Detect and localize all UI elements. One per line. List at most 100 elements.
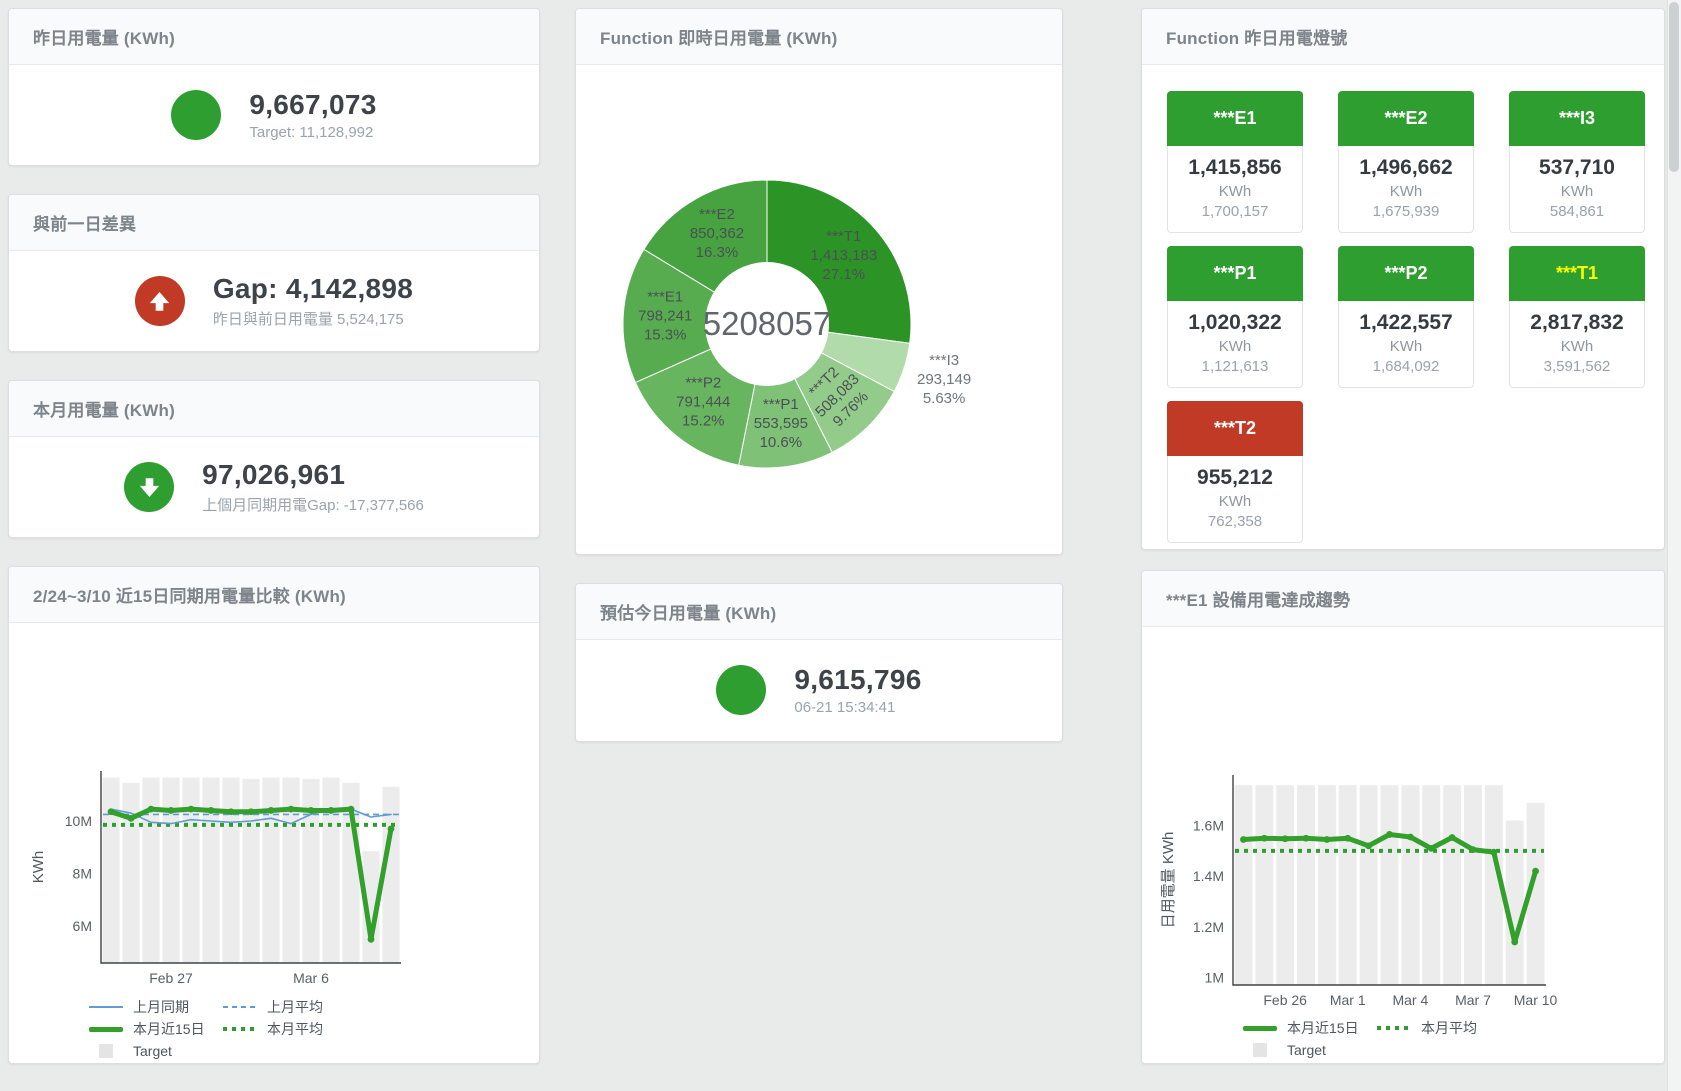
realtime-donut-chart[interactable]: ***T11,413,18327.1%***I3293,1495.63%***T…: [576, 65, 1062, 555]
tile-body: 1,422,557KWh1,684,092: [1338, 301, 1474, 388]
light-tile-E2: ***E21,496,662KWh1,675,939: [1338, 91, 1474, 233]
tile-body: 1,020,322KWh1,121,613: [1167, 301, 1303, 388]
series-point: [1365, 842, 1372, 849]
svg-text:***P1: ***P1: [763, 396, 799, 413]
legend-item[interactable]: 本月近15日: [1243, 1018, 1377, 1038]
tile-unit: KWh: [1168, 493, 1302, 510]
svg-text:553,595: 553,595: [754, 415, 808, 432]
legend-item[interactable]: 本月平均: [223, 1019, 357, 1039]
tile-body: 955,212 KWh 762,358: [1167, 456, 1303, 543]
legend-label: 本月平均: [267, 1019, 323, 1039]
series-point: [368, 936, 375, 943]
target-bar: [322, 778, 339, 963]
y-axis-label: 日用電量 KWh: [1160, 832, 1177, 929]
tile-body: 1,496,662KWh1,675,939: [1338, 146, 1474, 233]
tile-value: 955,212: [1168, 466, 1302, 490]
series-point: [1324, 836, 1331, 843]
target-bar: [1255, 785, 1273, 985]
legend-item[interactable]: Target: [89, 1043, 223, 1059]
series-point: [1240, 836, 1247, 843]
tile-body: 537,710KWh584,861: [1509, 146, 1645, 233]
stat-text: 9,667,073 Target: 11,128,992: [249, 89, 376, 141]
target-bar: [242, 779, 259, 963]
legend-swatch-dots-icon: [1377, 1026, 1411, 1030]
svg-text:16.3%: 16.3%: [696, 244, 739, 261]
tile-value: 1,422,557: [1339, 311, 1473, 335]
e1-trend-chart[interactable]: 1M1.2M1.4M1.6MFeb 26Mar 1Mar 4Mar 7Mar 1…: [1142, 627, 1664, 1017]
legend-row: Target: [89, 1040, 539, 1062]
legend-label: Target: [1287, 1042, 1326, 1058]
card-month-usage: 本月用電量 (KWh) 97,026,961 上個月同期用電Gap: -17,3…: [8, 380, 540, 538]
series-point: [1449, 834, 1456, 841]
series-point: [1282, 835, 1289, 842]
scrollbar-thumb[interactable]: [1669, 2, 1679, 172]
vertical-scrollbar[interactable]: [1667, 0, 1681, 1091]
series-point: [328, 807, 335, 814]
tile-target: 1,121,613: [1168, 358, 1302, 375]
legend-label: 本月平均: [1421, 1018, 1477, 1038]
target-bar: [142, 778, 159, 963]
tile-target: 3,591,562: [1510, 358, 1644, 375]
tile-unit: KWh: [1510, 183, 1644, 200]
x-tick-label: Feb 27: [149, 970, 193, 986]
svg-text:850,362: 850,362: [690, 225, 744, 242]
legend-row: 上月同期上月平均: [89, 996, 539, 1018]
e1-trend-svg[interactable]: 1M1.2M1.4M1.6MFeb 26Mar 1Mar 4Mar 7Mar 1…: [1142, 627, 1664, 1012]
svg-text:15.2%: 15.2%: [682, 413, 725, 430]
series-point: [208, 807, 215, 814]
target-bar: [1443, 785, 1461, 985]
stat-text: 97,026,961 上個月同期用電Gap: -17,377,566: [202, 459, 424, 515]
light-tile-P1: ***P11,020,322KWh1,121,613: [1167, 246, 1303, 388]
arrow-up-icon: [135, 276, 185, 326]
light-tile-I3: ***I3537,710KWh584,861: [1509, 91, 1645, 233]
legend-item[interactable]: 本月近15日: [89, 1019, 223, 1039]
trend-chart-legend: 本月近15日 本月平均 Target: [1142, 1017, 1664, 1061]
tile-target: 762,358: [1168, 513, 1302, 530]
legend-swatch-thick-icon: [1243, 1026, 1277, 1031]
compare-15day-svg[interactable]: 6M8M10MFeb 27Mar 6KWh: [9, 623, 539, 991]
legend-swatch-thick-icon: [89, 1027, 123, 1032]
x-tick-label: Mar 1: [1330, 992, 1366, 1008]
tile-header: ***T1: [1509, 246, 1645, 301]
tile-value: 537,710: [1510, 156, 1644, 180]
card-title: 與前一日差異: [33, 210, 136, 235]
legend-row: 本月近15日 本月平均: [1243, 1017, 1664, 1039]
x-tick-label: Mar 6: [293, 970, 329, 986]
legend-item[interactable]: 上月同期: [89, 997, 223, 1017]
x-tick-label: Mar 7: [1455, 992, 1491, 1008]
tile-unit: KWh: [1168, 183, 1302, 200]
tile-value: 1,496,662: [1339, 156, 1473, 180]
target-bar: [102, 778, 119, 963]
right-column: Function 昨日用電燈號 ***E11,415,856KWh1,700,1…: [1141, 8, 1665, 1064]
legend-item[interactable]: 上月平均: [223, 997, 357, 1017]
month-usage-gap: 上個月同期用電Gap: -17,377,566: [202, 494, 424, 515]
svg-text:10.6%: 10.6%: [760, 434, 803, 451]
day-gap-sub: 昨日與前日用電量 5,524,175: [213, 308, 413, 329]
card-day-gap: 與前一日差異 Gap: 4,142,898 昨日與前日用電量 5,524,175: [8, 194, 540, 352]
card-yesterday-lights: Function 昨日用電燈號 ***E11,415,856KWh1,700,1…: [1141, 8, 1665, 550]
legend-swatch-dots-icon: [223, 1027, 257, 1031]
legend-item[interactable]: Target: [1243, 1042, 1377, 1058]
legend-item[interactable]: 本月平均: [1377, 1018, 1511, 1038]
estimate-value: 9,615,796: [794, 664, 921, 696]
svg-text:***P2: ***P2: [685, 375, 721, 392]
target-bar: [1339, 785, 1357, 985]
yesterday-usage-value: 9,667,073: [249, 89, 376, 121]
series-point: [248, 808, 255, 815]
target-bar: [1234, 785, 1252, 985]
legend-label: Target: [133, 1043, 172, 1059]
series-point: [288, 806, 295, 813]
donut-svg[interactable]: ***T11,413,18327.1%***I3293,1495.63%***T…: [576, 65, 1062, 554]
target-bar: [1360, 785, 1378, 985]
target-bar: [222, 778, 239, 963]
card-header: 與前一日差異: [9, 195, 539, 251]
tile-value: 1,415,856: [1168, 156, 1302, 180]
tile-unit: KWh: [1339, 338, 1473, 355]
middle-column: Function 即時日用電量 (KWh) ***T11,413,18327.1…: [575, 8, 1063, 742]
series-point: [1511, 939, 1518, 946]
compare-chart[interactable]: 6M8M10MFeb 27Mar 6KWh: [9, 623, 539, 996]
card-compare-chart: 2/24~3/10 近15日同期用電量比較 (KWh) 6M8M10MFeb 2…: [8, 566, 540, 1064]
target-bar: [1401, 785, 1419, 985]
series-point: [108, 808, 115, 815]
series-point: [308, 807, 315, 814]
